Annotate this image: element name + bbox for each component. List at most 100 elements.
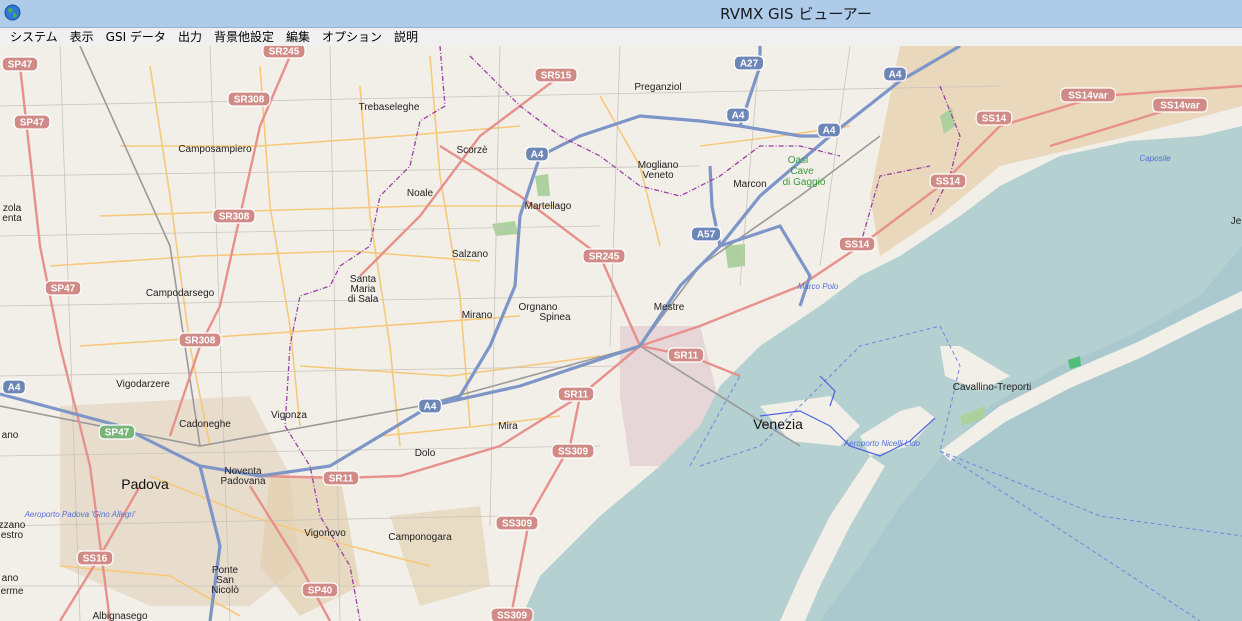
place-label-marcon: Marcon — [733, 179, 766, 190]
road-shield-label: SR245 — [269, 47, 300, 58]
road-shield-sp47a: SP47 — [1, 56, 39, 72]
road-shield-label: SP40 — [308, 586, 333, 597]
road-shield-sr308b: SR308 — [212, 208, 256, 224]
place-label-salzano: Salzano — [452, 249, 489, 260]
road-shield-a4b: A4 — [725, 107, 750, 123]
place-label-trebaseleghe: Trebaseleghe — [359, 102, 420, 113]
place-label-noale: Noale — [407, 188, 434, 199]
road-shield-label: A4 — [732, 111, 745, 122]
place-label-enta: enta — [2, 213, 22, 224]
road-shield-a4a: A4 — [882, 66, 907, 82]
road-shield-label: SP47 — [51, 284, 76, 295]
poi-label-aeropadova: Aeroporto Padova 'Gino Allegri' — [24, 510, 136, 519]
place-label-je: Je — [1231, 216, 1242, 227]
place-label-ano2: ano — [2, 430, 19, 441]
road-shield-label: SR11 — [564, 390, 589, 401]
place-label-vigonovo: Vigonovo — [304, 528, 346, 539]
road-shield-sr308a: SR308 — [227, 91, 271, 107]
road-shield-ss14var1: SS14var — [1059, 87, 1116, 103]
road-shield-ss14a: SS14 — [975, 110, 1013, 126]
road-shield-label: A4 — [424, 402, 437, 413]
road-shield-a4c: A4 — [816, 122, 841, 138]
place-label-camposampiero: Camposampiero — [178, 144, 252, 155]
menu-bar: システム 表示 GSI データ 出力 背景他設定 編集 オプション 説明 — [0, 28, 1242, 46]
poi-label-marcopolo: Marco Polo — [798, 282, 839, 291]
place-label-erme: erme — [1, 586, 24, 597]
menu-help[interactable]: 説明 — [388, 28, 424, 46]
road-shield-label: A27 — [740, 59, 759, 70]
place-label-vigodarzere: Vigodarzere — [116, 379, 170, 390]
road-shield-a4f: A4 — [418, 398, 443, 414]
road-shield-label: SS309 — [497, 611, 527, 621]
road-shield-label: SS14var — [1160, 101, 1200, 112]
road-shield-label: SR245 — [589, 252, 620, 263]
road-shield-label: A4 — [531, 150, 544, 161]
menu-view[interactable]: 表示 — [64, 28, 100, 46]
park-label-oasi: Oasi — [788, 155, 809, 166]
road-shield-sr308c: SR308 — [178, 332, 222, 348]
place-label-mirano: Mirano — [462, 310, 493, 321]
road-shield-label: SR308 — [219, 212, 250, 223]
road-shield-label: A4 — [889, 70, 902, 81]
place-label-ano: ano — [2, 573, 19, 584]
place-label-campodarsego: Campodarsego — [146, 288, 215, 299]
map-view[interactable]: Padova Venezia Mestre Preganziol Trebaselegh… — [0, 46, 1242, 621]
road-shield-ss309b: SS309 — [495, 515, 539, 531]
road-shield-sr515: SR515 — [534, 67, 578, 83]
place-label-estro: estro — [1, 530, 24, 541]
road-shield-label: A4 — [8, 383, 21, 394]
road-shield-label: SS14 — [982, 114, 1007, 125]
place-label-martellago: Martellago — [525, 201, 572, 212]
road-shield-label: A4 — [823, 126, 836, 137]
place-label-cadoneghe: Cadoneghe — [179, 419, 231, 430]
park-label-gaggio: di Gaggio — [783, 177, 826, 188]
title-bar: RVMX GIS ビューアー — [0, 0, 1242, 28]
road-shield-label: A57 — [697, 230, 716, 241]
road-shield-label: SS14 — [936, 177, 961, 188]
road-shield-ss14b: SS14 — [929, 173, 967, 189]
road-shield-sr11c: SR11 — [322, 470, 360, 486]
place-label-dolo: Dolo — [415, 448, 436, 459]
road-shield-ss14c: SS14 — [838, 236, 876, 252]
road-shield-sp47d: SP47 — [98, 424, 136, 440]
place-label-scorze: Scorzè — [456, 145, 488, 156]
poi-label-capo: Caposile — [1139, 154, 1171, 163]
menu-background-settings[interactable]: 背景他設定 — [208, 28, 280, 46]
place-label-preganziol: Preganziol — [634, 82, 681, 93]
road-shield-a4e: A4 — [1, 379, 26, 395]
menu-gsi-data[interactable]: GSI データ — [100, 28, 172, 46]
road-shield-label: SS14var — [1068, 91, 1108, 102]
road-shield-label: SS14 — [845, 240, 870, 251]
place-label-venezia: Venezia — [753, 416, 803, 432]
road-shield-label: SR515 — [541, 71, 572, 82]
road-shield-sr245a: SR245 — [262, 46, 306, 59]
place-label-disala: di Sala — [348, 294, 379, 305]
road-shield-label: SP47 — [8, 60, 33, 71]
road-shield-sr11b: SR11 — [557, 386, 595, 402]
road-shield-a27: A27 — [733, 55, 765, 71]
map-canvas[interactable]: Padova Venezia Mestre Preganziol Trebaselegh… — [0, 46, 1242, 621]
place-label-vigonza: Vigonza — [271, 410, 307, 421]
park-label-cave: Cave — [790, 166, 814, 177]
menu-edit[interactable]: 編集 — [280, 28, 316, 46]
road-shield-ss309c: SS309 — [490, 607, 534, 621]
place-label-albignasego: Albignasego — [92, 611, 147, 621]
menu-output[interactable]: 出力 — [172, 28, 208, 46]
place-label-cavallino: Cavallino-Treporti — [953, 382, 1032, 393]
place-label-mestre: Mestre — [654, 302, 685, 313]
place-label-mira: Mira — [498, 421, 518, 432]
road-shield-label: SP47 — [105, 428, 130, 439]
road-shield-a57: A57 — [690, 226, 722, 242]
road-shield-label: SR308 — [185, 336, 216, 347]
road-shield-sp47c: SP47 — [44, 280, 82, 296]
road-shield-ss309a: SS309 — [551, 443, 595, 459]
poi-label-aeroporto: Aeroporto Nicelli Lido — [843, 439, 921, 448]
menu-options[interactable]: オプション — [316, 28, 388, 46]
place-label-spinea: Spinea — [539, 312, 571, 323]
road-shield-sr11a: SR11 — [667, 347, 705, 363]
road-shield-sr245b: SR245 — [582, 248, 626, 264]
road-shield-ss14var2: SS14var — [1151, 97, 1208, 113]
road-shield-ss16: SS16 — [76, 550, 114, 566]
menu-system[interactable]: システム — [4, 28, 64, 46]
place-label-padova: Padova — [121, 476, 169, 492]
